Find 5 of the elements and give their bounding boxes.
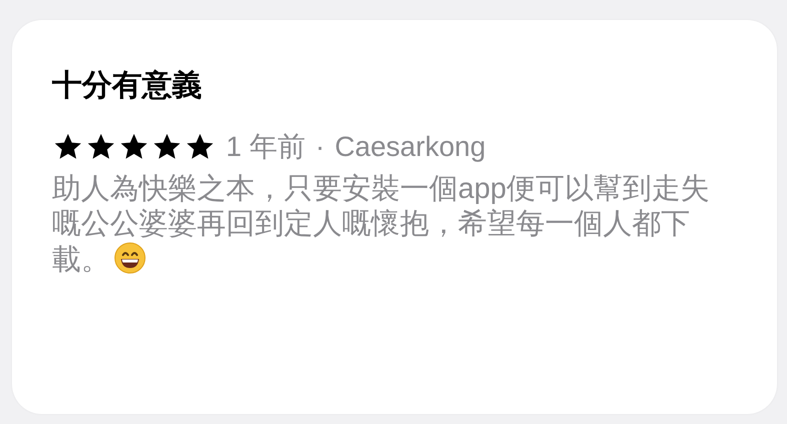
review-title: 十分有意義 xyxy=(52,68,202,104)
separator-dot: · xyxy=(315,130,325,164)
reviewer-name: Caesarkong xyxy=(334,130,486,164)
review-text: 助人為快樂之本，只要安裝一個app便可以幫到走失嘅公公婆婆再回到定人嘅懷抱，希望每一個人都下載。 xyxy=(52,173,710,276)
review-date: 1 年前 xyxy=(226,130,306,164)
